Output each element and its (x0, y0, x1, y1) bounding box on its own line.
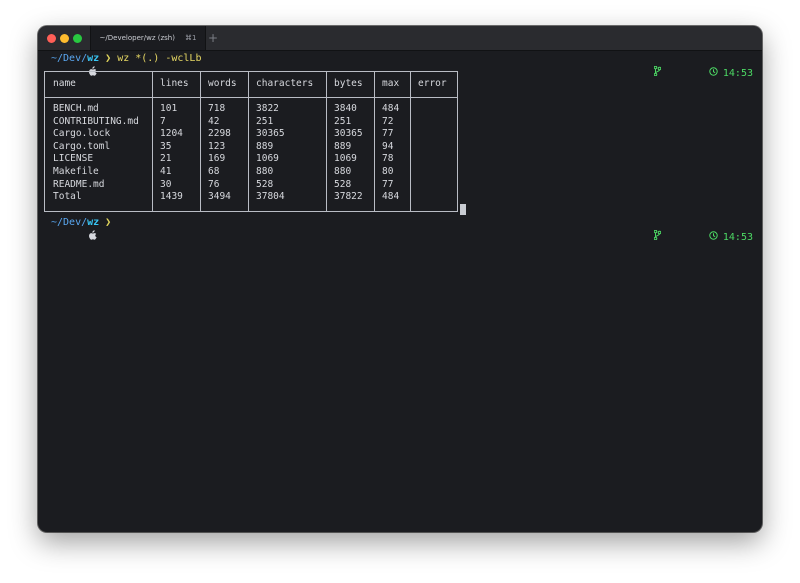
tab-title: ~/Developer/wz (zsh) (99, 34, 175, 42)
cell-characters: 251 (256, 115, 274, 127)
cell-max: 72 (382, 115, 394, 127)
cell-characters: 528 (256, 178, 274, 190)
cell-words: 2298 (208, 128, 231, 140)
column-header-lines: lines (160, 78, 189, 89)
column-header-characters: characters (256, 78, 314, 89)
column-header-error: error (418, 78, 447, 89)
cell-bytes: 528 (334, 178, 352, 190)
column-divider (200, 72, 201, 211)
cell-name: CONTRIBUTING.md (53, 115, 139, 127)
cell-bytes: 3840 (334, 103, 357, 114)
new-tab-button[interactable]: + (206, 30, 220, 46)
cell-bytes: 251 (334, 115, 352, 127)
cell-lines: 21 (160, 153, 172, 165)
cell-name: README.md (53, 178, 105, 190)
prompt-time: 14:53 (722, 231, 753, 243)
cell-name: BENCH.md (53, 103, 99, 114)
git-branch-icon (605, 52, 661, 95)
cell-words: 718 (208, 103, 226, 114)
cell-words: 169 (208, 153, 226, 165)
title-bar: ~/Developer/wz (zsh) ⌘1 + (38, 26, 762, 51)
column-header-bytes: bytes (334, 78, 363, 89)
prompt-path-base: ~/Dev/ (51, 217, 88, 228)
cell-max: 77 (382, 128, 394, 140)
cell-words: 68 (208, 166, 220, 177)
cell-lines: 30 (160, 178, 172, 190)
cell-name: Total (53, 191, 82, 203)
prompt-line-2: ~/Dev/wz ❯ 14:53 (38, 216, 762, 243)
column-divider (326, 72, 327, 211)
cell-max: 80 (382, 166, 394, 177)
cell-bytes: 889 (334, 140, 352, 152)
prompt-path-current: wz (87, 217, 100, 228)
minimize-button[interactable] (60, 34, 69, 43)
cell-characters: 880 (256, 166, 274, 177)
cell-characters: 3822 (256, 103, 279, 114)
header-divider (45, 97, 457, 98)
tab-zsh[interactable]: ~/Developer/wz (zsh) ⌘1 (90, 26, 206, 50)
prompt-chevron: ❯ (105, 217, 112, 228)
cell-lines: 1439 (160, 191, 183, 203)
tab-shortcut: ⌘1 (184, 34, 197, 42)
cell-lines: 7 (160, 115, 166, 127)
cell-max: 484 (382, 191, 400, 203)
cell-max: 78 (382, 153, 394, 165)
right-prompt-2: 14:53 (605, 216, 753, 259)
cell-bytes: 30365 (334, 128, 363, 140)
terminal-cursor (460, 204, 466, 215)
cell-lines: 1204 (160, 128, 183, 140)
close-button[interactable] (47, 34, 56, 43)
right-prompt-1: 14:53 (605, 52, 753, 95)
cell-characters: 37804 (256, 191, 285, 203)
cell-name: Cargo.lock (53, 128, 111, 140)
cell-characters: 1069 (256, 153, 279, 165)
column-divider (374, 72, 375, 211)
apple-icon (41, 216, 97, 258)
cell-name: Cargo.toml (53, 140, 111, 152)
cell-bytes: 37822 (334, 191, 363, 203)
column-divider (152, 72, 153, 211)
cell-characters: 889 (256, 140, 274, 152)
cell-max: 484 (382, 103, 400, 114)
cell-bytes: 1069 (334, 153, 357, 165)
git-branch-icon (605, 216, 661, 259)
cell-words: 42 (208, 115, 220, 127)
cell-max: 77 (382, 178, 394, 190)
cell-lines: 101 (160, 103, 178, 114)
column-header-name: name (53, 78, 76, 89)
cell-max: 94 (382, 140, 394, 152)
cell-words: 123 (208, 140, 226, 152)
cell-lines: 41 (160, 166, 172, 177)
column-divider (410, 72, 411, 211)
prompt-time: 14:53 (722, 67, 753, 79)
column-header-max: max (382, 78, 400, 89)
wz-results-table: name lines words characters bytes max er… (44, 71, 458, 212)
zoom-button[interactable] (73, 34, 82, 43)
column-header-words: words (208, 78, 237, 89)
column-divider (248, 72, 249, 211)
clock-icon (666, 53, 718, 95)
cell-name: LICENSE (53, 153, 94, 165)
cell-bytes: 880 (334, 166, 352, 177)
cell-words: 3494 (208, 191, 231, 203)
terminal-window: ~/Developer/wz (zsh) ⌘1 + ~/Dev/wz ❯ wz … (38, 26, 762, 532)
cell-words: 76 (208, 178, 220, 190)
cell-characters: 30365 (256, 128, 285, 140)
clock-icon (666, 217, 718, 259)
prompt-line-1: ~/Dev/wz ❯ wz *(.) -wclLb 14:53 (38, 52, 762, 79)
cell-name: Makefile (53, 166, 99, 177)
cell-lines: 35 (160, 140, 172, 152)
